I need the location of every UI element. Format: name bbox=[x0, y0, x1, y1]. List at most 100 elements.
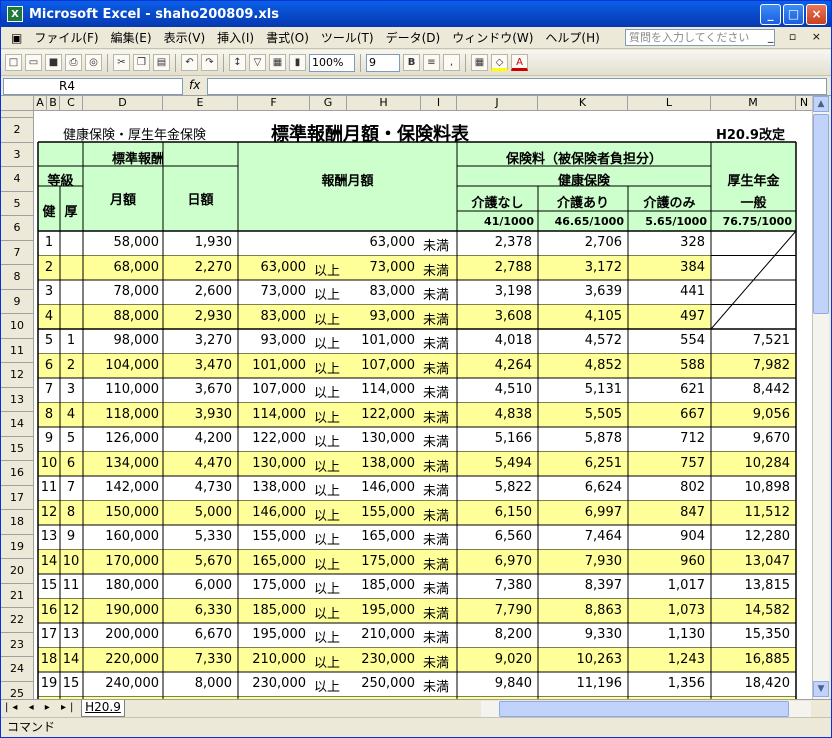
horizontal-scroll-thumb[interactable] bbox=[499, 701, 789, 717]
print-icon[interactable]: ⎙ bbox=[65, 54, 82, 71]
menu-view[interactable]: 表示(V) bbox=[158, 29, 212, 46]
redo-icon[interactable]: ↷ bbox=[201, 54, 218, 71]
font-color-icon[interactable]: A bbox=[511, 54, 528, 71]
column-header-n[interactable]: N bbox=[796, 96, 813, 111]
column-header-i[interactable]: I bbox=[421, 96, 457, 111]
horizontal-scrollbar[interactable] bbox=[481, 701, 811, 717]
row-header-8[interactable]: 8 bbox=[1, 265, 34, 290]
row-header-20[interactable]: 20 bbox=[1, 559, 34, 584]
sort-icon[interactable]: ↕ bbox=[229, 54, 246, 71]
row-header-6[interactable]: 6 bbox=[1, 216, 34, 241]
menu-format[interactable]: 書式(O) bbox=[260, 29, 315, 46]
row-header-2[interactable]: 2 bbox=[1, 118, 34, 143]
menu-file[interactable]: ファイル(F) bbox=[28, 29, 104, 46]
row-header-22[interactable]: 22 bbox=[1, 608, 34, 633]
row-header-10[interactable]: 10 bbox=[1, 314, 34, 339]
range-from: 83,000 bbox=[260, 308, 307, 324]
column-header-c[interactable]: C bbox=[60, 96, 83, 111]
row-header-4[interactable]: 4 bbox=[1, 167, 34, 192]
borders-icon[interactable]: ▦ bbox=[471, 54, 488, 71]
column-header-b[interactable]: B bbox=[47, 96, 60, 111]
column-header-e[interactable]: E bbox=[163, 96, 238, 111]
column-header-f[interactable]: F bbox=[238, 96, 310, 111]
doc-icon[interactable]: ▣ bbox=[5, 31, 28, 45]
premium-careonly: 667 bbox=[680, 406, 705, 422]
row-header-15[interactable]: 15 bbox=[1, 436, 34, 461]
menu-help[interactable]: ヘルプ(H) bbox=[539, 29, 605, 46]
column-header-m[interactable]: M bbox=[711, 96, 796, 111]
title-bar[interactable]: X Microsoft Excel - shaho200809.xls _ □ … bbox=[1, 1, 831, 27]
undo-icon[interactable]: ↶ bbox=[181, 54, 198, 71]
font-size-select[interactable]: 9 bbox=[366, 53, 400, 72]
select-all-corner[interactable] bbox=[1, 96, 34, 111]
rate-pension: 76.75/1000 bbox=[722, 215, 792, 228]
new-icon[interactable]: □ bbox=[5, 54, 22, 71]
copy-icon[interactable]: ❐ bbox=[133, 54, 150, 71]
maximize-button[interactable]: □ bbox=[783, 4, 804, 25]
vertical-scrollbar[interactable]: ▲ ▼ bbox=[812, 96, 829, 699]
document-window-controls[interactable]: _ ▫ × bbox=[768, 30, 827, 43]
column-header-h[interactable]: H bbox=[347, 96, 421, 111]
menu-data[interactable]: データ(D) bbox=[380, 29, 447, 46]
menu-edit[interactable]: 編集(E) bbox=[105, 29, 158, 46]
name-box[interactable]: R4 bbox=[3, 78, 183, 95]
row-header-13[interactable]: 13 bbox=[1, 387, 34, 412]
save-icon[interactable]: ■ bbox=[45, 54, 62, 71]
filter-icon[interactable]: ▽ bbox=[249, 54, 266, 71]
ijo-label: 以上 bbox=[314, 582, 341, 597]
calc-icon[interactable]: ▦ bbox=[269, 54, 286, 71]
premium-careonly: 1,356 bbox=[667, 676, 705, 691]
row-header-5[interactable]: 5 bbox=[1, 191, 34, 216]
row-header-23[interactable]: 23 bbox=[1, 632, 34, 657]
formula-input[interactable] bbox=[207, 78, 827, 95]
column-header-a[interactable]: A bbox=[34, 96, 47, 111]
help-search-input[interactable]: 質問を入力してください bbox=[625, 29, 775, 46]
daily-amount: 2,930 bbox=[194, 308, 232, 324]
menu-tools[interactable]: ツール(T) bbox=[315, 29, 380, 46]
minimize-button[interactable]: _ bbox=[760, 4, 781, 25]
scroll-down-button[interactable]: ▼ bbox=[813, 681, 829, 697]
chart-icon[interactable]: ▮ bbox=[289, 54, 306, 71]
comma-icon[interactable]: , bbox=[443, 54, 460, 71]
row-header-19[interactable]: 19 bbox=[1, 534, 34, 559]
row-header-7[interactable]: 7 bbox=[1, 240, 34, 265]
row-header-3[interactable]: 3 bbox=[1, 142, 34, 167]
premium-careonly: 1,130 bbox=[667, 627, 705, 642]
menu-insert[interactable]: 挿入(I) bbox=[211, 29, 260, 46]
align-icon[interactable]: ≡ bbox=[423, 54, 440, 71]
column-header-k[interactable]: K bbox=[538, 96, 628, 111]
close-button[interactable]: × bbox=[806, 4, 827, 25]
paste-icon[interactable]: ▤ bbox=[153, 54, 170, 71]
menu-window[interactable]: ウィンドウ(W) bbox=[446, 29, 539, 46]
row-header-18[interactable]: 18 bbox=[1, 510, 34, 535]
sheet-tab-h209[interactable]: H20.9 bbox=[81, 700, 125, 717]
cut-icon[interactable]: ✂ bbox=[113, 54, 130, 71]
tab-nav-buttons[interactable]: |◂ ◂ ▸ ▸| bbox=[5, 702, 77, 713]
column-header-l[interactable]: L bbox=[628, 96, 711, 111]
row-header-11[interactable]: 11 bbox=[1, 338, 34, 363]
column-header-d[interactable]: D bbox=[83, 96, 163, 111]
grade-pension: 3 bbox=[66, 382, 76, 397]
preview-icon[interactable]: ◎ bbox=[85, 54, 102, 71]
spreadsheet-grid[interactable]: 健康保険・厚生年金保険 標準報酬月額・保険料表 H20.9改定 1 58,000 1… bbox=[34, 111, 813, 699]
row-header-14[interactable]: 14 bbox=[1, 412, 34, 437]
column-header-j[interactable]: J bbox=[457, 96, 538, 111]
row-header-17[interactable]: 17 bbox=[1, 485, 34, 510]
open-icon[interactable]: ▭ bbox=[25, 54, 42, 71]
row-header-21[interactable]: 21 bbox=[1, 583, 34, 608]
premium-care: 8,397 bbox=[584, 578, 622, 593]
row-header-16[interactable]: 16 bbox=[1, 461, 34, 486]
row-header-24[interactable]: 24 bbox=[1, 657, 34, 682]
bold-icon[interactable]: B bbox=[403, 54, 420, 71]
monthly-amount: 78,000 bbox=[113, 284, 160, 299]
row-header-1[interactable] bbox=[1, 111, 34, 118]
column-header-g[interactable]: G bbox=[310, 96, 347, 111]
fill-color-icon[interactable]: ◇ bbox=[491, 54, 508, 71]
row-header-12[interactable]: 12 bbox=[1, 363, 34, 388]
zoom-select[interactable]: 100% bbox=[309, 53, 355, 72]
fx-icon[interactable]: fx bbox=[189, 78, 200, 92]
vertical-scroll-thumb[interactable] bbox=[813, 114, 829, 314]
scroll-up-button[interactable]: ▲ bbox=[813, 96, 829, 112]
range-from: 130,000 bbox=[252, 455, 306, 471]
row-header-9[interactable]: 9 bbox=[1, 289, 34, 314]
